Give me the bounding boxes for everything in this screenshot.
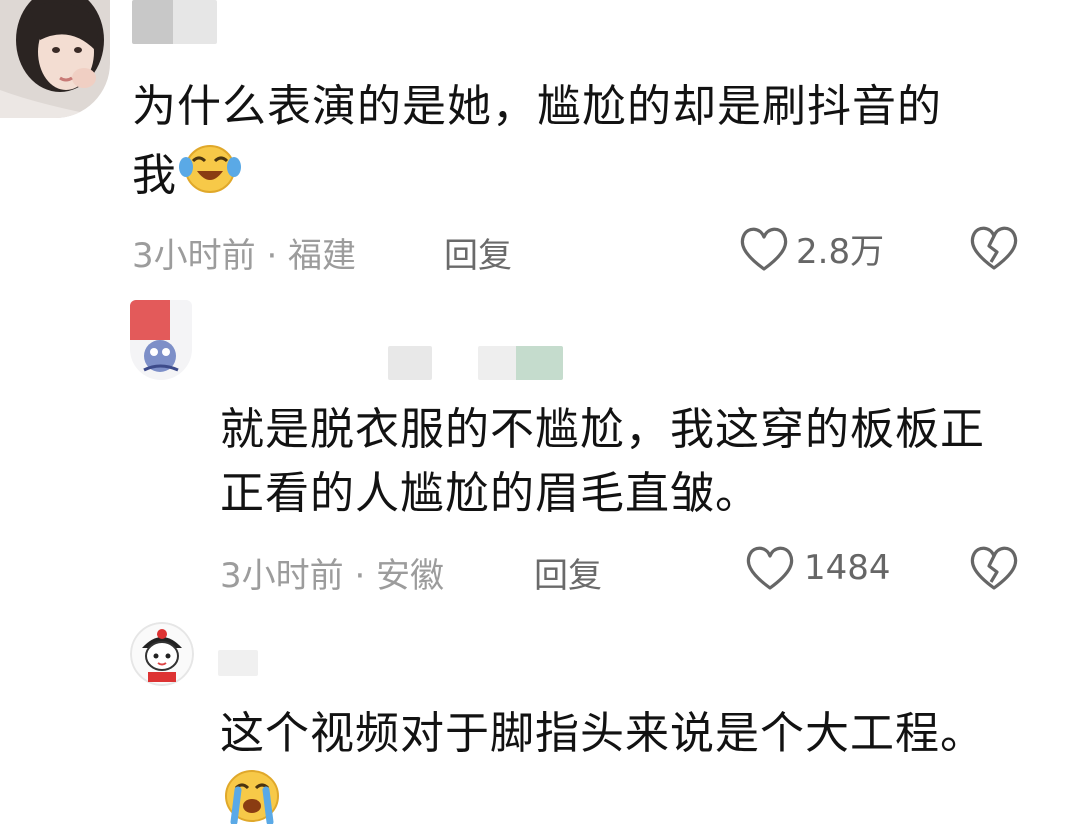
- heart-outline-icon: [746, 546, 794, 590]
- laugh-cry-emoji: [179, 139, 241, 213]
- broken-heart-icon[interactable]: [968, 224, 1020, 272]
- comment-text: 就是脱衣服的不尴尬，我这穿的板板正 正看的人尴尬的眉毛直皱。: [220, 398, 1040, 526]
- like-button[interactable]: 1484: [744, 544, 891, 592]
- avatar[interactable]: [0, 0, 110, 118]
- reply-button[interactable]: 回复: [444, 228, 512, 277]
- reply-button[interactable]: 回复: [534, 548, 602, 597]
- avatar[interactable]: [130, 300, 192, 380]
- avatar[interactable]: [130, 622, 194, 686]
- comment-line-1: 就是脱衣服的不尴尬，我这穿的板板正: [220, 404, 985, 455]
- like-count: 2.8万: [796, 232, 885, 272]
- heart-outline-icon: [740, 227, 788, 271]
- comment-meta: 3小时前 · 福建: [132, 236, 357, 276]
- comment-line-1: 这个视频对于脚指头来说是个大工程。: [220, 708, 985, 759]
- username-blurred-2[interactable]: [478, 346, 563, 380]
- like-count: 1484: [804, 548, 891, 588]
- username-blurred[interactable]: [388, 346, 432, 380]
- comment-text: 这个视频对于脚指头来说是个大工程。: [220, 702, 1060, 766]
- comment-line-2: 我: [132, 150, 177, 201]
- broken-heart-icon[interactable]: [968, 544, 1020, 592]
- comment-meta: 3小时前 · 安徽: [220, 556, 445, 596]
- crying-emoji: [222, 768, 282, 828]
- like-button[interactable]: 2.8万: [738, 224, 884, 273]
- comment-text: 为什么表演的是她，尴尬的却是刷抖音的 我: [132, 75, 1032, 213]
- username-blurred[interactable]: [218, 650, 258, 676]
- comment-line-1: 为什么表演的是她，尴尬的却是刷抖音的: [132, 81, 942, 132]
- username-blurred[interactable]: [132, 0, 217, 44]
- comment-line-2: 正看的人尴尬的眉毛直皱。: [220, 468, 760, 519]
